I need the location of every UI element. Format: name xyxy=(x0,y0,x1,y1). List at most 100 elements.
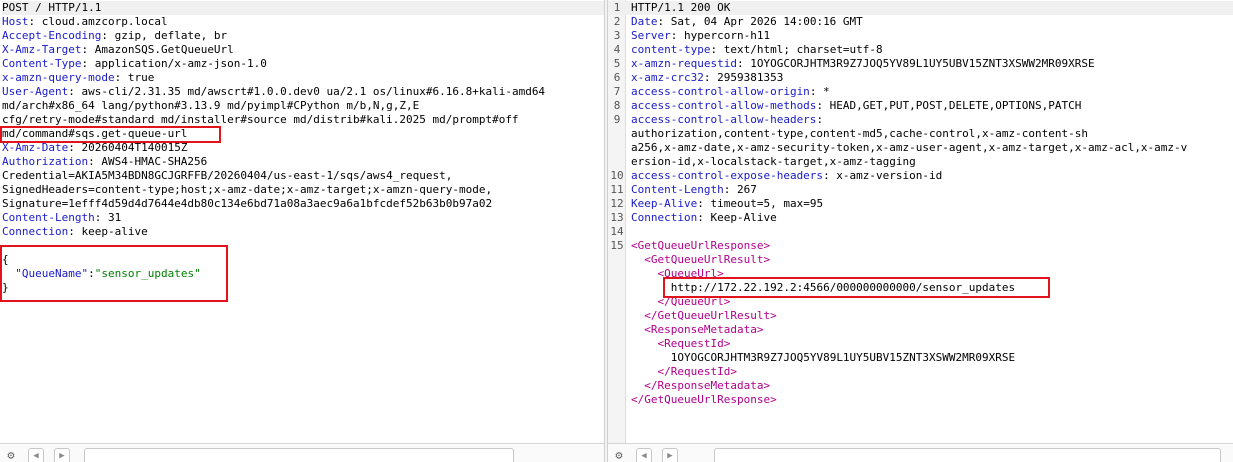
request-line: SignedHeaders=content-type;host;x-amz-da… xyxy=(2,183,604,197)
response-line: a256,x-amz-date,x-amz-security-token,x-a… xyxy=(608,141,1233,155)
response-line: 9 access-control-allow-headers: xyxy=(608,113,1233,127)
request-line: X-Amz-Date: 20260404T140015Z xyxy=(2,141,604,155)
request-line: Authorization: AWS4-HMAC-SHA256 xyxy=(2,155,604,169)
header-value: : hypercorn-h11 xyxy=(670,29,771,42)
line-number: 2 xyxy=(613,15,621,28)
line-number: 13 xyxy=(610,211,624,224)
response-line-text: x-amz-crc32: 2959381353 xyxy=(626,71,783,85)
header-name: Accept-Encoding xyxy=(2,29,102,42)
header-value: Signature=1efff4d59d4d7644e4db80c134e6bd… xyxy=(2,197,493,210)
xml-indent xyxy=(631,267,658,280)
request-line: md/arch#x86_64 lang/python#3.13.9 md/pyi… xyxy=(2,99,604,113)
response-line: 2 Date: Sat, 04 Apr 2026 14:00:16 GMT xyxy=(608,15,1233,29)
arrow-right-icon[interactable]: ▶ xyxy=(662,448,678,462)
header-name: Keep-Alive xyxy=(631,197,698,210)
response-line-text: access-control-allow-methods: HEAD,GET,P… xyxy=(626,99,1081,113)
request-line: User-Agent: aws-cli/2.31.35 md/awscrt#1.… xyxy=(2,85,604,99)
xml-line: 1OYOGCORJHTM3R9Z7JOQ5YV89L1UY5UBV15ZNT3X… xyxy=(608,351,1233,365)
xml-tag: </GetQueueUrlResult> xyxy=(644,309,777,322)
line-number: 11 xyxy=(610,183,624,196)
header-value: : application/x-amz-json-1.0 xyxy=(81,57,267,70)
response-line: 4 content-type: text/html; charset=utf-8 xyxy=(608,43,1233,57)
response-line-text: content-type: text/html; charset=utf-8 xyxy=(626,43,883,57)
xml-line: 15 <GetQueueUrlResponse> xyxy=(608,239,1233,253)
header-value: : HEAD,GET,PUT,POST,DELETE,OPTIONS,PATCH xyxy=(816,99,1082,112)
header-value: : x-amz-version-id xyxy=(823,169,943,182)
header-name: Authorization xyxy=(2,155,89,168)
response-line-text: access-control-expose-headers: x-amz-ver… xyxy=(626,169,942,183)
header-value: : 1OYOGCORJHTM3R9Z7JOQ5YV89L1UY5UBV15ZNT… xyxy=(736,57,1095,70)
response-line: 10 access-control-expose-headers: x-amz-v… xyxy=(608,169,1233,183)
header-name: content-type xyxy=(631,43,711,56)
xml-indent xyxy=(631,323,644,336)
header-name: Date xyxy=(631,15,658,28)
xml-indent xyxy=(631,379,644,392)
response-line: 13 Connection: Keep-Alive xyxy=(608,211,1233,225)
header-name: Content-Type xyxy=(2,57,82,70)
response-line-text: authorization,content-type,content-md5,c… xyxy=(626,127,1088,141)
response-line-text: x-amzn-requestid: 1OYOGCORJHTM3R9Z7JOQ5Y… xyxy=(626,57,1095,71)
header-value: ersion-id,x-localstack-target,x-amz-tagg… xyxy=(631,155,916,168)
arrow-left-icon[interactable]: ◀ xyxy=(28,448,44,462)
xml-tag: </ResponseMetadata> xyxy=(644,379,771,392)
line-number: 12 xyxy=(610,197,624,210)
xml-indent xyxy=(631,253,644,266)
line-number: 8 xyxy=(613,99,621,112)
header-value: : AmazonSQS.GetQueueUrl xyxy=(81,43,234,56)
xml-line: </ResponseMetadata> xyxy=(608,379,1233,393)
response-line: 11 Content-Length: 267 xyxy=(608,183,1233,197)
xml-tag: <ResponseMetadata> xyxy=(644,323,764,336)
header-name: Host xyxy=(2,15,29,28)
gear-icon[interactable]: ⚙ xyxy=(612,448,626,462)
line-number: 10 xyxy=(610,169,624,182)
header-name: x-amz-crc32 xyxy=(631,71,704,84)
response-line-text: Date: Sat, 04 Apr 2026 14:00:16 GMT xyxy=(626,15,863,29)
xml-line: </GetQueueUrlResponse> xyxy=(608,393,1233,407)
header-value: : 2959381353 xyxy=(703,71,784,84)
xml-tag: </GetQueueUrlResponse> xyxy=(631,393,777,406)
xml-line: <GetQueueUrlResult> xyxy=(608,253,1233,267)
response-line-text: ersion-id,x-localstack-target,x-amz-tagg… xyxy=(626,155,916,169)
response-search-bar: ⚙ ◀ ▶ xyxy=(608,443,1233,462)
xml-line-text: <RequestId> xyxy=(626,337,731,351)
header-value: : keep-alive xyxy=(68,225,148,238)
header-value: : xyxy=(816,113,824,126)
request-line: POST / HTTP/1.1 xyxy=(2,1,604,15)
response-line-text: HTTP/1.1 200 OK xyxy=(626,1,730,15)
request-search-input[interactable] xyxy=(84,448,514,462)
response-search-input[interactable] xyxy=(714,448,1221,462)
response-editor[interactable]: 1 HTTP/1.1 200 OK 2 Date: Sat, 04 Apr 2026 … xyxy=(608,1,1233,407)
line-number: 4 xyxy=(613,43,621,56)
header-value: Credential=AKIA5M34BDN8GCJGRFFB/20260404… xyxy=(2,169,453,182)
xml-line-text: </RequestId> xyxy=(626,365,737,379)
header-value: : 31 xyxy=(94,211,122,224)
header-value: POST / HTTP/1.1 xyxy=(2,1,102,14)
request-line: cfg/retry-mode#standard md/installer#sou… xyxy=(2,113,604,127)
header-value: : true xyxy=(114,71,155,84)
xml-text: 1OYOGCORJHTM3R9Z7JOQ5YV89L1UY5UBV15ZNT3X… xyxy=(670,351,1016,364)
request-line: Signature=1efff4d59d4d7644e4db80c134e6bd… xyxy=(2,197,604,211)
xml-indent xyxy=(631,309,644,322)
arrow-left-icon[interactable]: ◀ xyxy=(636,448,652,462)
xml-line-text: <GetQueueUrlResponse> xyxy=(626,239,770,253)
xml-line: </RequestId> xyxy=(608,365,1233,379)
response-line-text: access-control-allow-headers: xyxy=(626,113,823,127)
request-line: Accept-Encoding: gzip, deflate, br xyxy=(2,29,604,43)
response-line-text: a256,x-amz-date,x-amz-security-token,x-a… xyxy=(626,141,1187,155)
header-name: Connection xyxy=(2,225,69,238)
highlight-body-box xyxy=(0,245,228,302)
arrow-right-icon[interactable]: ▶ xyxy=(54,448,70,462)
line-number: 9 xyxy=(613,113,621,126)
gear-icon[interactable]: ⚙ xyxy=(4,448,18,462)
xml-tag: </RequestId> xyxy=(657,365,737,378)
request-pane[interactable]: POST / HTTP/1.1 Host: cloud.amzcorp.local… xyxy=(0,0,604,462)
xml-indent xyxy=(631,351,671,364)
response-pane[interactable]: 1 HTTP/1.1 200 OK 2 Date: Sat, 04 Apr 2026 … xyxy=(608,0,1233,462)
response-line-text: Keep-Alive: timeout=5, max=95 xyxy=(626,197,823,211)
header-value: : timeout=5, max=95 xyxy=(697,197,824,210)
response-line: 7 access-control-allow-origin: * xyxy=(608,85,1233,99)
response-line-text: Connection: Keep-Alive xyxy=(626,211,777,225)
header-name: access-control-allow-origin xyxy=(631,85,810,98)
header-name: Connection xyxy=(631,211,698,224)
xml-indent xyxy=(631,365,658,378)
